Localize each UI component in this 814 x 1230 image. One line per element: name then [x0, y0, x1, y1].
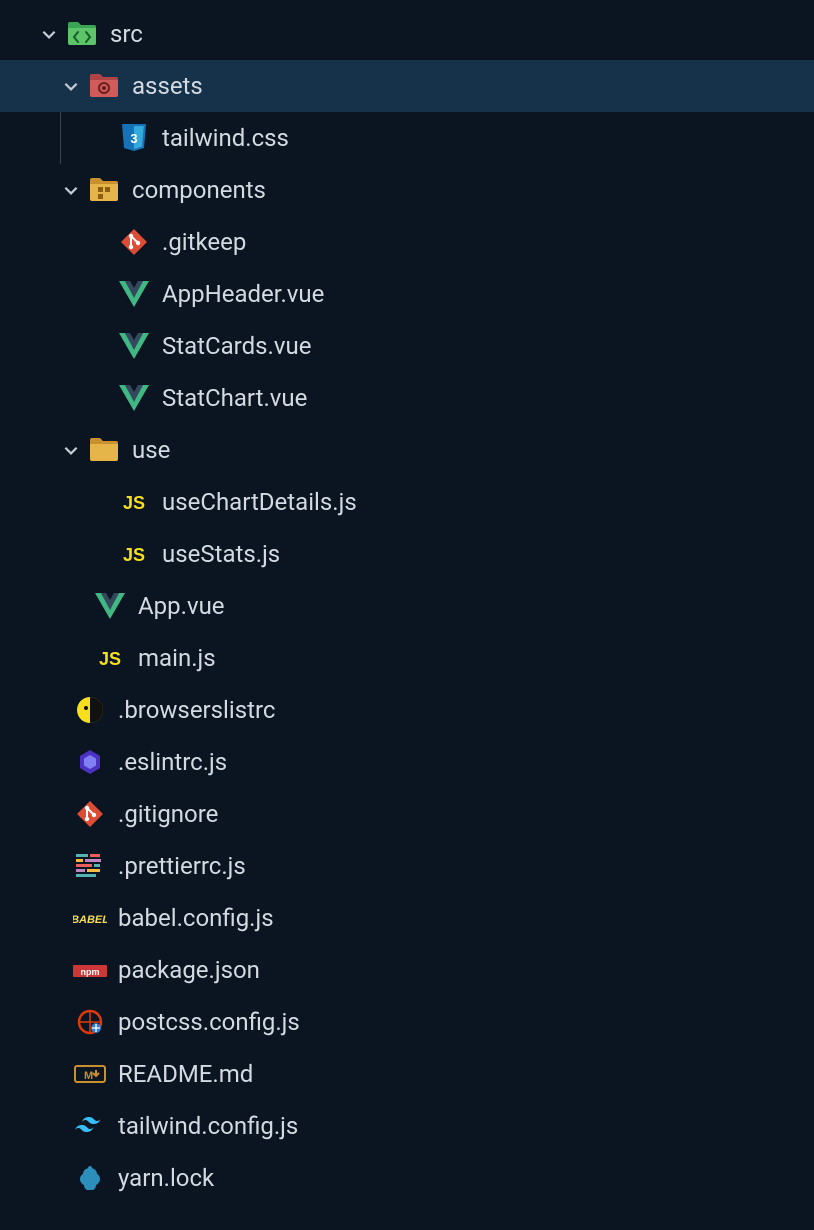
- file-package-json[interactable]: npm package.json: [0, 944, 814, 996]
- tailwind-icon: [72, 1115, 108, 1137]
- vue-icon: [116, 385, 152, 411]
- file-label: main.js: [138, 644, 216, 672]
- svg-text:JS: JS: [99, 649, 121, 669]
- file-label: tailwind.css: [162, 124, 289, 152]
- folder-assets-icon: [86, 73, 122, 99]
- vue-icon: [92, 593, 128, 619]
- file-gitignore[interactable]: .gitignore: [0, 788, 814, 840]
- svg-text:3: 3: [130, 131, 137, 146]
- svg-text:JS: JS: [123, 545, 145, 565]
- svg-text:npm: npm: [81, 967, 100, 977]
- folder-label: components: [132, 176, 266, 204]
- css-icon: 3: [116, 123, 152, 153]
- folder-components[interactable]: components: [0, 164, 814, 216]
- file-babel-config[interactable]: BABEL babel.config.js: [0, 892, 814, 944]
- vue-icon: [116, 333, 152, 359]
- file-label: postcss.config.js: [118, 1008, 300, 1036]
- file-yarn-lock[interactable]: yarn.lock: [0, 1152, 814, 1204]
- file-label: .eslintrc.js: [118, 748, 227, 776]
- eslint-icon: [72, 748, 108, 776]
- chevron-down-icon: [56, 441, 86, 459]
- file-label: .prettierrc.js: [118, 852, 246, 880]
- file-stat-cards-vue[interactable]: StatCards.vue: [0, 320, 814, 372]
- file-tailwind-css[interactable]: 3 tailwind.css: [0, 112, 814, 164]
- file-stat-chart-vue[interactable]: StatChart.vue: [0, 372, 814, 424]
- browserslist-icon: [72, 696, 108, 724]
- file-tree: src assets 3 tailwind.css components: [0, 0, 814, 1204]
- git-icon: [116, 228, 152, 256]
- markdown-icon: M: [72, 1063, 108, 1085]
- file-readme[interactable]: M README.md: [0, 1048, 814, 1100]
- file-label: babel.config.js: [118, 904, 274, 932]
- file-main-js[interactable]: JS main.js: [0, 632, 814, 684]
- file-app-header-vue[interactable]: AppHeader.vue: [0, 268, 814, 320]
- file-label: StatCards.vue: [162, 332, 311, 360]
- svg-text:M: M: [84, 1070, 93, 1082]
- folder-src[interactable]: src: [0, 8, 814, 60]
- file-label: .browserslistrc: [118, 696, 275, 724]
- folder-label: assets: [132, 72, 203, 100]
- folder-label: use: [132, 436, 170, 464]
- npm-icon: npm: [72, 961, 108, 979]
- folder-src-icon: [64, 21, 100, 47]
- file-use-chart-details-js[interactable]: JS useChartDetails.js: [0, 476, 814, 528]
- file-label: tailwind.config.js: [118, 1112, 298, 1140]
- chevron-down-icon: [34, 25, 64, 43]
- file-gitkeep[interactable]: .gitkeep: [0, 216, 814, 268]
- git-icon: [72, 800, 108, 828]
- file-tailwind-config[interactable]: tailwind.config.js: [0, 1100, 814, 1152]
- file-label: useStats.js: [162, 540, 280, 568]
- folder-use[interactable]: use: [0, 424, 814, 476]
- prettier-icon: [72, 854, 108, 878]
- file-eslintrc[interactable]: .eslintrc.js: [0, 736, 814, 788]
- js-icon: JS: [116, 490, 152, 514]
- chevron-down-icon: [56, 77, 86, 95]
- svg-text:BABEL: BABEL: [73, 914, 107, 926]
- folder-open-icon: [86, 437, 122, 463]
- js-icon: JS: [92, 646, 128, 670]
- file-label: yarn.lock: [118, 1164, 214, 1192]
- file-label: .gitkeep: [162, 228, 246, 256]
- file-browserslistrc[interactable]: .browserslistrc: [0, 684, 814, 736]
- file-prettierrc[interactable]: .prettierrc.js: [0, 840, 814, 892]
- file-label: App.vue: [138, 592, 225, 620]
- folder-components-icon: [86, 177, 122, 203]
- file-label: .gitignore: [118, 800, 218, 828]
- file-label: useChartDetails.js: [162, 488, 357, 516]
- chevron-down-icon: [56, 181, 86, 199]
- file-app-vue[interactable]: App.vue: [0, 580, 814, 632]
- file-postcss-config[interactable]: postcss.config.js: [0, 996, 814, 1048]
- file-label: StatChart.vue: [162, 384, 307, 412]
- file-use-stats-js[interactable]: JS useStats.js: [0, 528, 814, 580]
- svg-text:JS: JS: [123, 493, 145, 513]
- file-label: README.md: [118, 1060, 253, 1088]
- folder-label: src: [110, 20, 143, 48]
- js-icon: JS: [116, 542, 152, 566]
- babel-icon: BABEL: [72, 907, 108, 929]
- file-label: package.json: [118, 956, 260, 984]
- vue-icon: [116, 281, 152, 307]
- postcss-icon: [72, 1008, 108, 1036]
- yarn-icon: [72, 1164, 108, 1192]
- folder-assets[interactable]: assets: [0, 60, 814, 112]
- file-label: AppHeader.vue: [162, 280, 324, 308]
